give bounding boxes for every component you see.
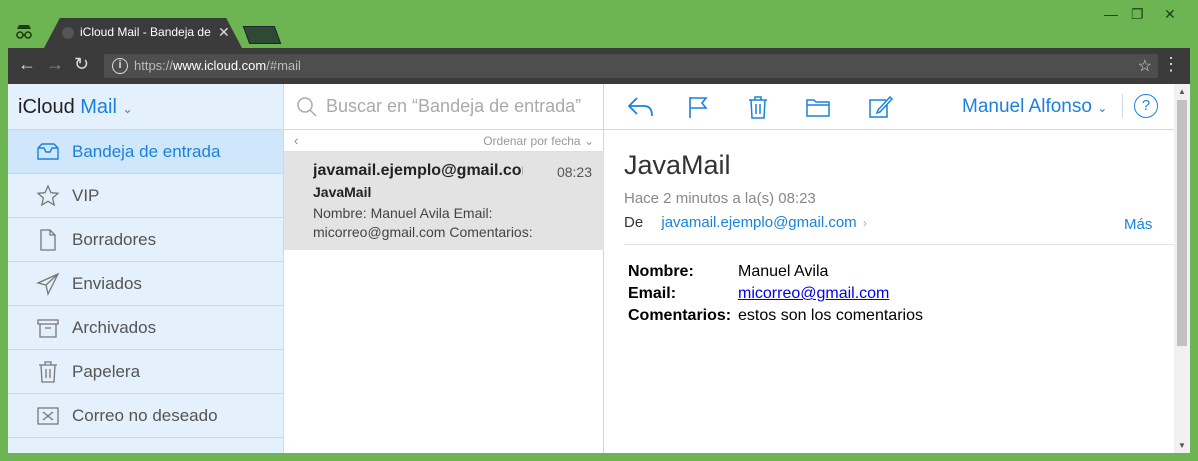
sidebar-item-sent[interactable]: Enviados: [8, 262, 283, 306]
browser-toolbar: ← → ↻ i https://www.icloud.com/#mail ☆ ⋮: [8, 48, 1190, 84]
body-value: micorreo@gmail.com: [738, 284, 925, 304]
chevron-right-icon[interactable]: ›: [863, 216, 867, 230]
reading-pane: Manuel Alfonso ⌄ ? JavaMail Hace 2 minut…: [604, 84, 1174, 453]
page-viewport: iCloud Mail ⌄ Bandeja de entrada VIP Bor…: [8, 84, 1190, 453]
new-tab-button[interactable]: [242, 26, 282, 44]
sender-line: De javamail.ejemplo@gmail.com ›: [624, 214, 867, 231]
browser-menu-icon[interactable]: ⋮: [1162, 54, 1180, 75]
folder-icon[interactable]: [804, 94, 832, 120]
tab-close-icon[interactable]: ✕: [218, 24, 230, 41]
chevron-down-icon: ⌄: [122, 102, 133, 116]
search-icon: [297, 97, 317, 117]
app-label: Mail: [80, 96, 117, 118]
tab-title[interactable]: iCloud Mail - Bandeja de entrada: [80, 25, 212, 39]
flag-icon[interactable]: [684, 94, 712, 120]
help-button[interactable]: ?: [1134, 94, 1158, 118]
mailbox-sidebar: iCloud Mail ⌄ Bandeja de entrada VIP Bor…: [8, 84, 284, 453]
junk-box-icon: [37, 407, 59, 425]
trash-icon[interactable]: [744, 94, 772, 120]
toolbar-divider: [1122, 94, 1123, 118]
sidebar-item-label: Papelera: [72, 362, 141, 381]
user-name: Manuel Alfonso: [962, 96, 1092, 117]
sidebar-item-archive[interactable]: Archivados: [8, 306, 283, 350]
sort-bar: ‹ Ordenar por fecha ⌄: [284, 130, 604, 152]
browser-window: iCloud Mail - Bandeja de entrada ✕ — ❐ ✕…: [0, 0, 1198, 461]
message-subject-title: JavaMail: [624, 150, 731, 180]
site-info-icon[interactable]: i: [112, 58, 128, 74]
sidebar-item-inbox[interactable]: Bandeja de entrada: [8, 130, 283, 174]
body-value: estos son los comentarios: [738, 307, 923, 324]
back-arrow-icon[interactable]: ←: [18, 54, 36, 75]
sidebar-item-label: Bandeja de entrada: [72, 142, 221, 161]
body-row: Nombre: Manuel Avila: [628, 262, 925, 282]
chevron-left-icon[interactable]: ‹: [294, 133, 298, 148]
address-bar[interactable]: i https://www.icloud.com/#mail ☆: [104, 54, 1158, 78]
star-icon: [36, 184, 60, 207]
sidebar-item-label: Correo no deseado: [72, 406, 218, 425]
inbox-icon: [37, 143, 59, 160]
header-divider: [624, 244, 1174, 245]
sidebar-item-junk[interactable]: Correo no deseado: [8, 394, 283, 438]
from-label: De: [624, 214, 644, 231]
close-window-button[interactable]: ✕: [1164, 6, 1176, 23]
sort-label: Ordenar por fecha: [483, 134, 581, 148]
reply-icon[interactable]: [626, 94, 654, 120]
sort-button[interactable]: Ordenar por fecha ⌄: [483, 134, 594, 148]
incognito-icon: [16, 25, 32, 39]
more-details-link[interactable]: Más: [1124, 216, 1152, 233]
sender-address-link[interactable]: javamail.ejemplo@gmail.com: [661, 214, 856, 231]
message-body: Nombre: Manuel Avila Email: micorreo@gma…: [626, 260, 927, 328]
sidebar-item-label: VIP: [72, 186, 100, 205]
list-item[interactable]: javamail.ejemplo@gmail.com 08:23 JavaMai…: [284, 152, 604, 250]
archive-box-icon: [37, 319, 59, 338]
body-row: Email: micorreo@gmail.com: [628, 284, 925, 304]
user-menu[interactable]: Manuel Alfonso ⌄: [962, 96, 1107, 118]
scrollbar-thumb[interactable]: [1177, 100, 1187, 346]
url-scheme: https://: [134, 58, 174, 73]
message-subject: JavaMail: [313, 184, 372, 200]
vertical-scrollbar[interactable]: ▲ ▼: [1174, 84, 1190, 453]
body-row: Comentarios: estos son los comentarios: [628, 306, 925, 326]
sidebar-item-label: Archivados: [72, 318, 157, 337]
body-key: Comentarios:: [628, 307, 732, 324]
sidebar-item-label: Enviados: [72, 274, 142, 293]
title-bar: iCloud Mail - Bandeja de entrada ✕ — ❐ ✕: [0, 0, 1198, 48]
sidebar-item-drafts[interactable]: Borradores: [8, 218, 283, 262]
url-text[interactable]: https://www.icloud.com/#mail: [134, 58, 301, 73]
message-sender: javamail.ejemplo@gmail.com: [313, 162, 523, 179]
scroll-down-icon[interactable]: ▼: [1178, 441, 1186, 450]
email-link[interactable]: micorreo@gmail.com: [738, 285, 889, 302]
chevron-down-icon: ⌄: [1097, 101, 1108, 115]
compose-icon[interactable]: [866, 94, 894, 120]
message-list: Buscar en “Bandeja de entrada” ‹ Ordenar…: [284, 84, 604, 453]
document-icon: [40, 229, 56, 251]
trash-icon: [39, 361, 57, 383]
body-key: Nombre:: [628, 263, 694, 280]
reload-icon[interactable]: ↻: [74, 54, 89, 75]
sidebar-item-vip[interactable]: VIP: [8, 174, 283, 218]
message-time: 08:23: [556, 164, 592, 180]
search-bar[interactable]: Buscar en “Bandeja de entrada”: [284, 84, 604, 130]
message-preview: Nombre: Manuel Avila Email: micorreo@gma…: [313, 205, 533, 240]
chevron-down-icon: ⌄: [583, 134, 594, 148]
minimize-button[interactable]: —: [1104, 6, 1118, 22]
bookmark-star-icon[interactable]: ☆: [1138, 56, 1152, 76]
brand-label: iCloud: [18, 96, 75, 118]
forward-arrow-icon[interactable]: →: [46, 54, 64, 75]
sidebar-item-label: Borradores: [72, 230, 157, 249]
apple-favicon-icon: [62, 27, 74, 39]
paper-plane-icon: [36, 272, 60, 296]
scroll-up-icon[interactable]: ▲: [1178, 87, 1186, 96]
search-input[interactable]: Buscar en “Bandeja de entrada”: [326, 96, 586, 117]
sidebar-item-trash[interactable]: Papelera: [8, 350, 283, 394]
body-key: Email:: [628, 285, 677, 302]
app-switcher[interactable]: iCloud Mail ⌄: [8, 84, 283, 130]
url-host: www.icloud.com: [173, 58, 267, 73]
url-path: /#mail: [266, 58, 301, 73]
body-value: Manuel Avila: [738, 263, 829, 280]
maximize-button[interactable]: ❐: [1131, 6, 1144, 23]
message-toolbar: Manuel Alfonso ⌄ ?: [604, 84, 1174, 130]
message-date: Hace 2 minutos a la(s) 08:23: [624, 190, 816, 207]
